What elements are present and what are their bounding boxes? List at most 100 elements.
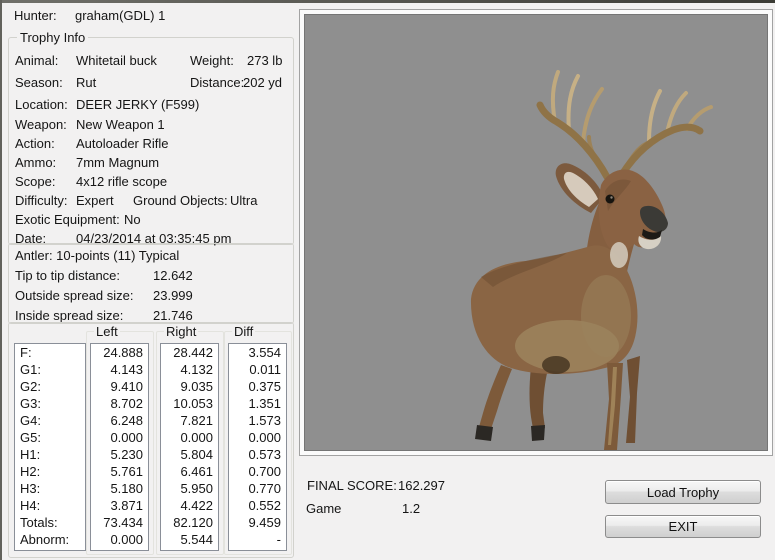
measure-left-value: 6.248 xyxy=(91,412,148,429)
outside-spread-value: 23.999 xyxy=(153,288,193,303)
measure-left-value: 3.871 xyxy=(91,497,148,514)
deer-underbelly-dark xyxy=(542,356,570,374)
left-column-header: Left xyxy=(94,324,120,339)
measure-diff-value: 0.011 xyxy=(229,361,286,378)
deer-throat-patch xyxy=(610,242,628,268)
measure-right-value: 7.821 xyxy=(161,412,218,429)
measure-right-value: 0.000 xyxy=(161,429,218,446)
measure-left-value: 9.410 xyxy=(91,378,148,395)
field-exotic-label: Exotic Equipment: xyxy=(15,212,120,227)
deer-eye-highlight xyxy=(610,196,612,198)
diff-values-listbox: 3.554 0.011 0.375 1.351 1.573 0.000 0.57… xyxy=(228,343,287,551)
deer-antlers xyxy=(540,72,711,177)
field-ammo-label: Ammo: xyxy=(15,155,56,170)
measure-diff-value: 0.700 xyxy=(229,463,286,480)
field-animal-label: Animal: xyxy=(15,53,58,68)
field-season-value: Rut xyxy=(76,75,96,90)
measure-row-label: H1: xyxy=(15,446,85,463)
field-scope-value: 4x12 rifle scope xyxy=(76,174,167,189)
measure-right-value: 82.120 xyxy=(161,514,218,531)
deer-chest-patch xyxy=(581,275,631,357)
measure-diff-value: 0.552 xyxy=(229,497,286,514)
field-ground-objects-label: Ground Objects: xyxy=(133,193,228,208)
measure-left-value: 4.143 xyxy=(91,361,148,378)
outside-spread-label: Outside spread size: xyxy=(15,288,134,303)
measure-right-value: 9.035 xyxy=(161,378,218,395)
measure-right-value: 5.950 xyxy=(161,480,218,497)
measure-right-value: 5.804 xyxy=(161,446,218,463)
tip-to-tip-label: Tip to tip distance: xyxy=(15,268,120,283)
hunter-label: Hunter: xyxy=(14,8,57,23)
measure-row-label: G1: xyxy=(15,361,85,378)
right-column-header: Right xyxy=(164,324,198,339)
antler-summary: Antler: 10-points (11) Typical xyxy=(15,248,179,263)
field-distance-label: Distance: xyxy=(190,75,244,90)
measure-left-value: 0.000 xyxy=(91,531,148,548)
game-version-value: 1.2 xyxy=(402,501,420,516)
measure-diff-value: 0.770 xyxy=(229,480,286,497)
deer-eye xyxy=(606,195,615,204)
measure-row-label: G4: xyxy=(15,412,85,429)
inside-spread-value: 21.746 xyxy=(153,308,193,323)
field-location-label: Location: xyxy=(15,97,68,112)
field-weapon-label: Weapon: xyxy=(15,117,67,132)
field-action-label: Action: xyxy=(15,136,55,151)
deer-render xyxy=(305,15,767,450)
measure-left-value: 5.230 xyxy=(91,446,148,463)
measure-right-value: 6.461 xyxy=(161,463,218,480)
measure-diff-value: 3.554 xyxy=(229,344,286,361)
measure-left-value: 5.761 xyxy=(91,463,148,480)
hunter-value: graham(GDL) 1 xyxy=(75,8,165,23)
trophy-viewport-frame xyxy=(299,9,773,456)
final-score-label: FINAL SCORE: xyxy=(307,478,397,493)
inside-spread-label: Inside spread size: xyxy=(15,308,123,323)
trophy-info-group: Trophy Info Animal: Whitetail buck Weigh… xyxy=(8,37,294,245)
field-ammo-value: 7mm Magnum xyxy=(76,155,159,170)
window-left-edge xyxy=(0,0,2,560)
measure-row-label: H4: xyxy=(15,497,85,514)
window-top-edge xyxy=(0,0,775,3)
deer-rear-far-leg xyxy=(530,367,549,429)
measure-right-value: 28.442 xyxy=(161,344,218,361)
field-difficulty-label: Difficulty: xyxy=(15,193,68,208)
left-values-listbox: 24.888 4.143 9.410 8.702 6.248 0.000 5.2… xyxy=(90,343,149,551)
field-weapon-value: New Weapon 1 xyxy=(76,117,165,132)
measure-right-value: 4.132 xyxy=(161,361,218,378)
game-version-label: Game xyxy=(306,501,341,516)
field-season-label: Season: xyxy=(15,75,63,90)
load-trophy-button[interactable]: Load Trophy xyxy=(605,480,761,504)
field-animal-value: Whitetail buck xyxy=(76,53,157,68)
field-action-value: Autoloader Rifle xyxy=(76,136,169,151)
field-location-value: DEER JERKY (F599) xyxy=(76,97,199,112)
measure-left-value: 8.702 xyxy=(91,395,148,412)
trophy-viewport xyxy=(304,14,768,451)
measure-left-value: 73.434 xyxy=(91,514,148,531)
measure-right-value: 5.544 xyxy=(161,531,218,548)
measure-diff-value: 0.375 xyxy=(229,378,286,395)
right-values-listbox: 28.442 4.132 9.035 10.053 7.821 0.000 5.… xyxy=(160,343,219,551)
measure-left-value: 24.888 xyxy=(91,344,148,361)
measure-left-value: 5.180 xyxy=(91,480,148,497)
measure-row-label: G2: xyxy=(15,378,85,395)
measure-row-label: H2: xyxy=(15,463,85,480)
exit-button[interactable]: EXIT xyxy=(605,515,761,538)
final-score-value: 162.297 xyxy=(398,478,445,493)
measure-row-label: G3: xyxy=(15,395,85,412)
field-exotic-value: No xyxy=(124,212,141,227)
measure-diff-value: 0.573 xyxy=(229,446,286,463)
measure-row-label: Abnorm: xyxy=(15,531,85,548)
field-difficulty-value: Expert xyxy=(76,193,114,208)
diff-column-header: Diff xyxy=(232,324,255,339)
antler-group: Antler: 10-points (11) Typical Tip to ti… xyxy=(8,243,294,324)
measure-row-label: Totals: xyxy=(15,514,85,531)
measure-right-value: 10.053 xyxy=(161,395,218,412)
measure-diff-value: 1.573 xyxy=(229,412,286,429)
deer-front-far-leg xyxy=(626,356,640,443)
field-distance-value: 202 yd xyxy=(243,75,282,90)
measure-labels-listbox: F: G1: G2: G3: G4: G5: H1: H2: H3: H4: T… xyxy=(14,343,86,551)
trophy-dialog: Hunter: graham(GDL) 1 Trophy Info Animal… xyxy=(0,0,775,560)
measure-row-label: G5: xyxy=(15,429,85,446)
measure-diff-value: 9.459 xyxy=(229,514,286,531)
field-weight-label: Weight: xyxy=(190,53,234,68)
measure-diff-value: 1.351 xyxy=(229,395,286,412)
